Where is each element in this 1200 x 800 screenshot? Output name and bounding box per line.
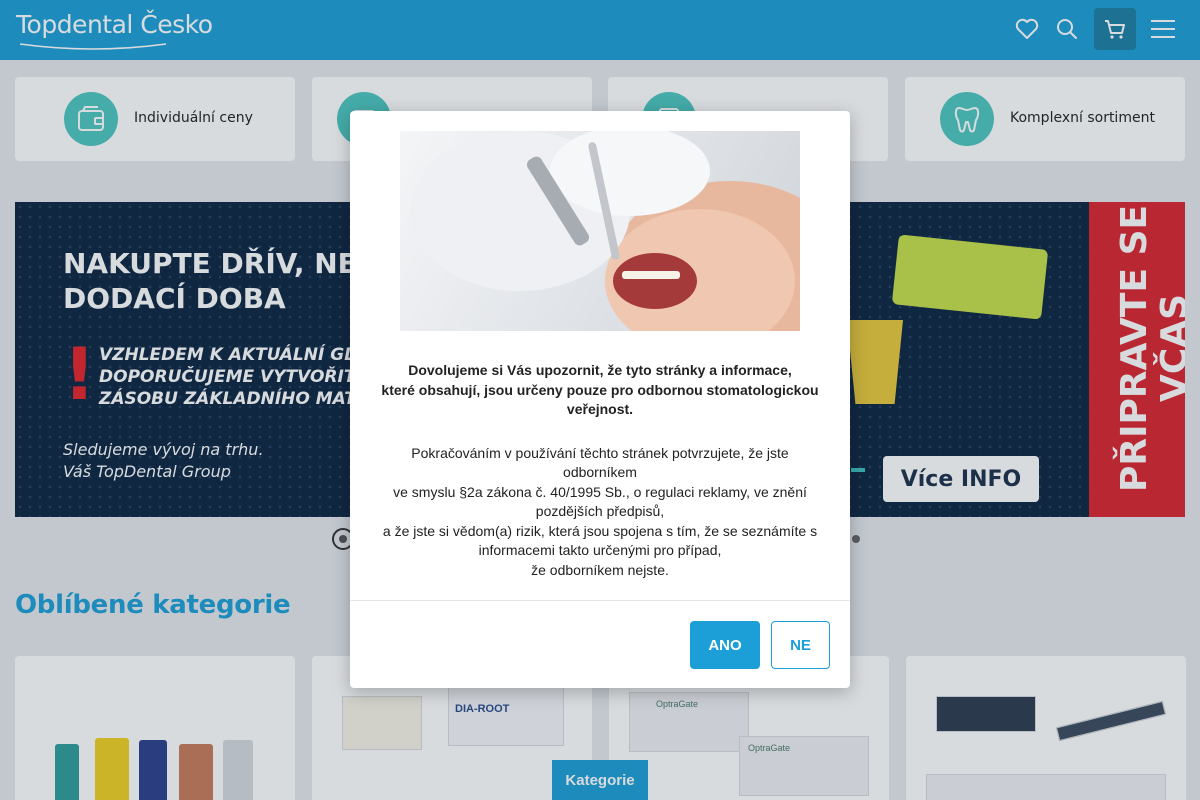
body-paragraph: Pokračováním v používání těchto stránek … — [375, 444, 825, 581]
body-line: že odborníkem nejste. — [531, 561, 669, 578]
dental-photo-illustration — [410, 131, 800, 331]
body-line: Pokračováním v používání těchto stránek … — [411, 444, 789, 481]
yes-button[interactable]: ANO — [690, 621, 760, 669]
no-button[interactable]: NE — [771, 621, 830, 669]
body-line: a že jste si vědom(a) rizik, která jsou … — [382, 522, 818, 559]
notice-line: které obsahují, jsou určeny pouze pro od… — [381, 381, 819, 418]
body-line: ve smyslu §2a zákona č. 40/1995 Sb., o r… — [393, 483, 807, 520]
notice-line: Dovolujeme si Vás upozornit, že tyto str… — [408, 362, 792, 378]
disclaimer-text: Dovolujeme si Vás upozornit, že tyto str… — [375, 361, 825, 604]
notice-paragraph: Dovolujeme si Vás upozornit, že tyto str… — [375, 361, 825, 420]
dental-photo — [400, 131, 800, 331]
professional-disclaimer-modal: Dovolujeme si Vás upozornit, že tyto str… — [350, 111, 850, 688]
